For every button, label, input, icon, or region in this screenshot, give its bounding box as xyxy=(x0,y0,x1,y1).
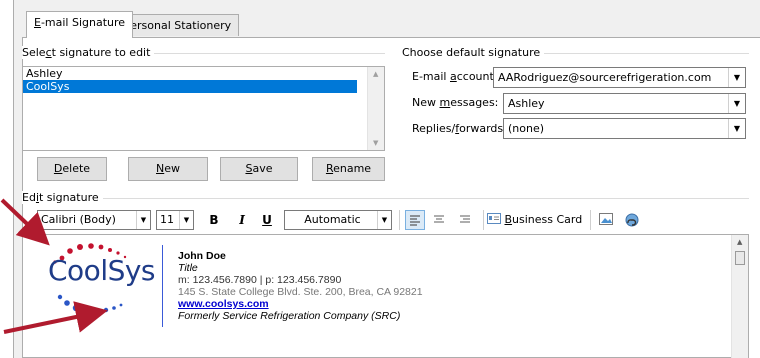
replies-forwards-select[interactable]: (none) ▼ xyxy=(503,118,746,139)
toolbar-separator xyxy=(399,210,400,230)
tab-personal-stationery[interactable]: Personal Stationery xyxy=(116,14,240,36)
signature-divider xyxy=(162,245,163,327)
scroll-thumb[interactable] xyxy=(735,251,745,265)
signature-website-link[interactable]: www.coolsys.com xyxy=(178,298,269,310)
business-card-icon xyxy=(487,213,501,224)
chevron-down-icon[interactable]: ▼ xyxy=(728,119,745,138)
default-signature-label: Choose default signature xyxy=(402,46,545,59)
font-size-select[interactable]: 11 ▼ xyxy=(156,210,194,230)
new-button[interactable]: New xyxy=(128,157,208,181)
signature-name: John Doe xyxy=(178,250,226,262)
bold-button[interactable]: B xyxy=(205,210,223,230)
font-select[interactable]: Calibri (Body) ▼ xyxy=(37,210,151,230)
chevron-down-icon[interactable]: ▼ xyxy=(136,211,150,229)
chevron-down-icon[interactable]: ▼ xyxy=(377,211,391,229)
align-right-icon[interactable] xyxy=(455,210,475,230)
signature-phones: m: 123.456.7890 | p: 123.456.7890 xyxy=(178,274,342,286)
delete-button[interactable]: Delete xyxy=(37,157,107,181)
signature-list[interactable]: Ashley CoolSys ▲ ▼ xyxy=(22,66,385,151)
signature-list-scrollbar[interactable]: ▲ ▼ xyxy=(367,67,384,150)
signature-address: 145 S. State College Blvd. Ste. 200, Bre… xyxy=(178,286,423,298)
rename-button[interactable]: Rename xyxy=(312,157,385,181)
align-left-icon[interactable] xyxy=(405,210,425,230)
editor-scrollbar[interactable]: ▲ xyxy=(731,235,748,358)
toolbar-separator xyxy=(590,210,591,230)
business-card-button[interactable]: Business Card xyxy=(487,210,585,230)
edit-signature-label: Edit signature xyxy=(22,191,103,204)
scroll-down-icon[interactable]: ▼ xyxy=(373,139,378,147)
email-account-label: E-mail account: xyxy=(412,70,498,83)
font-color-select[interactable]: Automatic ▼ xyxy=(284,210,392,230)
tab-email-signature[interactable]: E-mail Signature xyxy=(26,11,134,38)
replies-forwards-label: Replies/forwards: xyxy=(412,122,507,135)
scroll-up-icon[interactable]: ▲ xyxy=(737,238,742,246)
insert-hyperlink-icon[interactable] xyxy=(622,210,642,230)
email-account-select[interactable]: AARodriguez@sourcerefrigeration.com ▼ xyxy=(493,67,746,88)
underline-button[interactable]: U xyxy=(258,210,276,230)
chevron-down-icon[interactable]: ▼ xyxy=(728,94,745,113)
signature-former-name: Formerly Service Refrigeration Company (… xyxy=(178,310,401,322)
save-button[interactable]: Save xyxy=(220,157,298,181)
new-messages-select[interactable]: Ashley ▼ xyxy=(503,93,746,114)
select-signature-label: Select signature to edit xyxy=(22,46,155,59)
toolbar-separator xyxy=(483,210,484,230)
insert-picture-icon[interactable] xyxy=(597,210,617,230)
new-messages-label: New messages: xyxy=(412,96,499,109)
chevron-down-icon[interactable]: ▼ xyxy=(728,68,745,87)
italic-button[interactable]: I xyxy=(233,210,251,230)
scroll-up-icon[interactable]: ▲ xyxy=(373,70,378,78)
align-center-icon[interactable] xyxy=(429,210,449,230)
list-item[interactable]: Ashley xyxy=(23,67,357,80)
list-item[interactable]: CoolSys xyxy=(23,80,357,93)
section-rule-edit xyxy=(22,198,749,199)
coolsys-logo-text: CoolSys xyxy=(48,254,156,287)
chevron-down-icon[interactable]: ▼ xyxy=(179,211,193,229)
signature-title: Title xyxy=(178,262,198,274)
